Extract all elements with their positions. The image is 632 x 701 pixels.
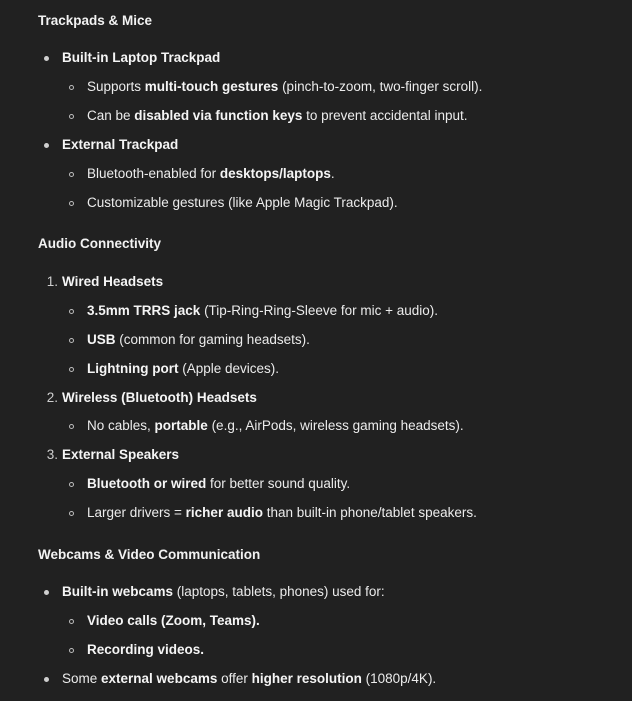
circle-bullet-icon	[69, 648, 74, 653]
list-item: External Trackpad	[62, 137, 179, 152]
list-item: Can be disabled via function keys to pre…	[87, 108, 468, 123]
list-item: Larger drivers = richer audio than built…	[87, 505, 477, 520]
list-item: Customizable gestures (like Apple Magic …	[87, 195, 398, 210]
bullet-icon	[44, 590, 49, 595]
circle-bullet-icon	[69, 482, 74, 487]
list-item: Recording videos.	[87, 642, 205, 657]
list-item: Bluetooth or wired for better sound qual…	[87, 476, 351, 491]
circle-bullet-icon	[69, 338, 74, 343]
circle-bullet-icon	[69, 424, 74, 429]
list-item: Bluetooth-enabled for desktops/laptops.	[87, 166, 335, 181]
list-item: Wired Headsets	[62, 274, 164, 289]
bullet-icon	[44, 677, 49, 682]
section-heading-webcams: Webcams & Video Communication	[38, 547, 261, 562]
list-item: Supports multi-touch gestures (pinch-to-…	[87, 79, 483, 94]
list-number: 3.	[46, 447, 58, 462]
list-item: External Speakers	[62, 447, 180, 462]
list-number: 2.	[46, 390, 58, 405]
list-item: Lightning port (Apple devices).	[87, 361, 280, 376]
circle-bullet-icon	[69, 201, 74, 206]
circle-bullet-icon	[69, 85, 74, 90]
bullet-icon	[44, 56, 49, 61]
circle-bullet-icon	[69, 619, 74, 624]
circle-bullet-icon	[69, 114, 74, 119]
list-item: No cables, portable (e.g., AirPods, wire…	[87, 418, 464, 433]
list-item: Some external webcams offer higher resol…	[62, 671, 437, 686]
list-item: Built-in Laptop Trackpad	[62, 50, 221, 65]
list-item: Built-in webcams (laptops, tablets, phon…	[62, 584, 385, 599]
circle-bullet-icon	[69, 367, 74, 372]
list-number: 1.	[46, 274, 58, 289]
circle-bullet-icon	[69, 511, 74, 516]
circle-bullet-icon	[69, 172, 74, 177]
chat-response: Trackpads & Mice Built-in Laptop Trackpa…	[0, 0, 632, 701]
section-heading-audio: Audio Connectivity	[38, 236, 162, 251]
list-item: Wireless (Bluetooth) Headsets	[62, 390, 257, 405]
list-item: USB (common for gaming headsets).	[87, 332, 310, 347]
section-heading-trackpads: Trackpads & Mice	[38, 13, 153, 28]
circle-bullet-icon	[69, 309, 74, 314]
list-item: 3.5mm TRRS jack (Tip-Ring-Ring-Sleeve fo…	[87, 303, 439, 318]
list-item: Video calls (Zoom, Teams).	[87, 613, 260, 628]
bullet-icon	[44, 143, 49, 148]
